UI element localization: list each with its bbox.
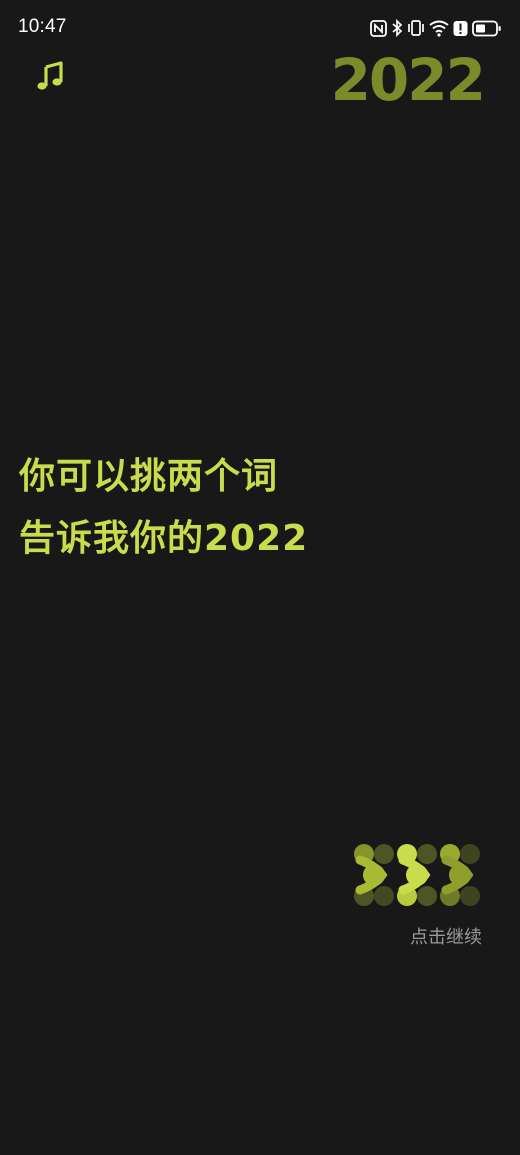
- prompt-line-2: 告诉我你的2022: [19, 518, 309, 559]
- triple-chevron-icon: [354, 844, 480, 906]
- music-toggle-button[interactable]: [30, 58, 70, 98]
- status-icons: [370, 17, 502, 39]
- wifi-icon: [429, 19, 449, 37]
- prompt-line-1: 你可以挑两个词: [19, 456, 279, 497]
- status-time: 10:47: [18, 16, 67, 37]
- music-note-icon: [36, 61, 64, 95]
- continue-label[interactable]: 点击继续: [410, 923, 482, 949]
- continue-button[interactable]: [350, 840, 486, 910]
- vibrate-icon: [407, 19, 425, 37]
- battery-icon: [472, 20, 502, 37]
- prompt-text: 你可以挑两个词 告诉我你的2022: [19, 446, 479, 570]
- alert-icon: [453, 20, 468, 37]
- nfc-icon: [370, 19, 387, 37]
- year-logo: 2022: [330, 46, 486, 114]
- bluetooth-icon: [391, 19, 403, 37]
